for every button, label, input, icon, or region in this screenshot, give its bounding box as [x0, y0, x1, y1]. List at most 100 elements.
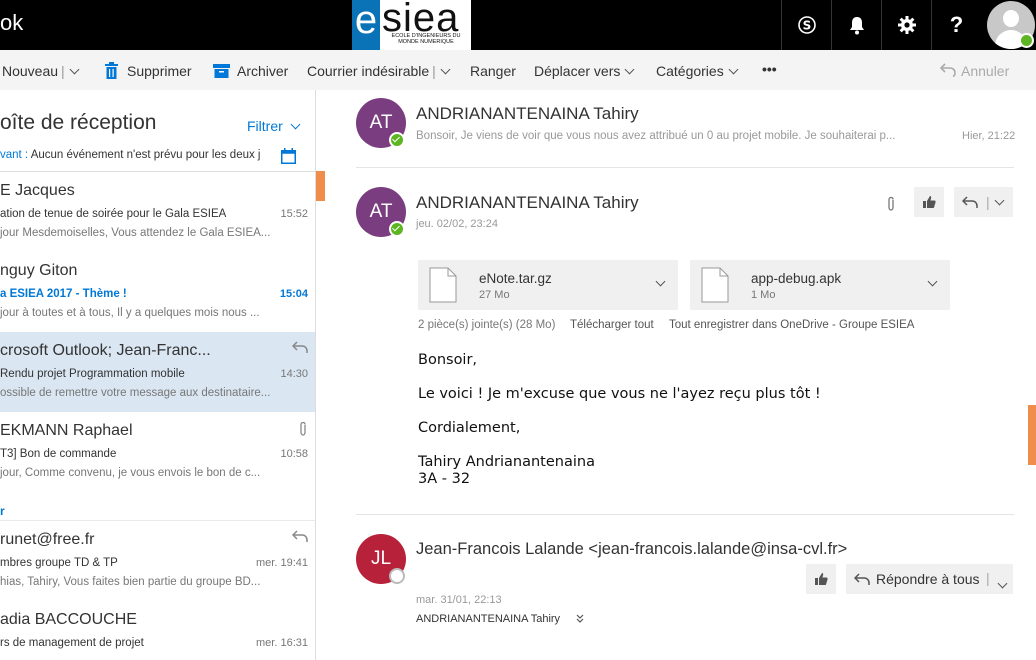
more-actions-button[interactable]: •••: [762, 61, 777, 77]
body-greeting: Bonsoir,: [418, 352, 478, 368]
move-label: Déplacer vers: [534, 63, 621, 79]
message-list-pane: oîte de réception Filtrer vant : Aucun é…: [0, 90, 316, 660]
agenda-text: Aucun événement n'est prévu pour les deu…: [30, 149, 261, 161]
chevron-down-icon[interactable]: [997, 578, 1008, 589]
chevron-down-icon: [290, 119, 301, 130]
chevron-down-icon[interactable]: [927, 276, 938, 287]
junk-label: Courrier indésirable: [307, 63, 430, 79]
new-label: Nouveau: [2, 63, 59, 79]
chevron-down-icon[interactable]: [69, 64, 80, 75]
attachment-summary: 2 pièce(s) jointe(s) (28 Mo): [418, 319, 556, 331]
message-sender: crosoft Outlook; Jean-Franc...: [0, 342, 211, 359]
message-preview: jour Mesdemoiselles, Vous attendez le Ga…: [0, 227, 271, 239]
avatar-head: [1003, 10, 1019, 27]
help-icon: ?: [949, 12, 964, 37]
list-item[interactable]: nguy Giton a ESIEA 2017 - Thème ! jour à…: [0, 252, 315, 332]
list-item[interactable]: E Jacques ation de tenue de soirée pour …: [0, 172, 315, 252]
skype-button[interactable]: S: [781, 0, 831, 50]
message-time: 14:30: [280, 368, 308, 380]
thread-preview[interactable]: Bonsoir, Je viens de voir que vous nous …: [416, 130, 895, 142]
message-time: mer. 16:31: [256, 637, 308, 649]
list-item-selected[interactable]: crosoft Outlook; Jean-Franc... Rendu pro…: [0, 332, 315, 412]
separator: |: [986, 570, 990, 586]
reading-scrollbar-thumb[interactable]: [1028, 405, 1036, 465]
separator: |: [61, 63, 65, 79]
new-button[interactable]: Nouveau |: [2, 63, 80, 79]
presence-offline-icon: [389, 568, 405, 584]
trash-icon[interactable]: [104, 62, 119, 79]
junk-button[interactable]: Courrier indésirable |: [307, 63, 451, 79]
signature-name: Tahiry Andrianantenaina: [418, 454, 595, 470]
message-time: 15:52: [280, 208, 308, 220]
reply-all-button[interactable]: Répondre à tous |: [846, 564, 1013, 594]
download-all-link[interactable]: Télécharger tout: [570, 319, 654, 331]
undo-button[interactable]: Annuler: [961, 63, 1009, 79]
thread-sender[interactable]: ANDRIANANTENAINA Tahiry: [416, 193, 639, 213]
bell-icon: [849, 17, 864, 35]
archive-button[interactable]: Archiver: [237, 63, 288, 79]
paperclip-icon: [888, 196, 894, 211]
message-time: 15:04: [279, 288, 308, 300]
presence-online-icon: [389, 221, 405, 237]
move-to-button[interactable]: Déplacer vers: [534, 63, 635, 79]
like-button[interactable]: [914, 187, 944, 217]
recipient-name[interactable]: ANDRIANANTENAINA Tahiry: [416, 613, 560, 625]
save-onedrive-link[interactable]: Tout enregistrer dans OneDrive - Groupe …: [669, 319, 914, 331]
help-button[interactable]: ?: [931, 0, 981, 50]
attachment-card[interactable]: app-debug.apk 1 Mo: [690, 260, 950, 310]
list-item[interactable]: EKMANN Raphael T3] Bon de commande jour,…: [0, 412, 315, 492]
calendar-icon[interactable]: [281, 148, 296, 164]
divider: [356, 514, 1014, 515]
thread-time: jeu. 02/02, 23:24: [416, 218, 498, 230]
group-header-yesterday: r: [0, 504, 5, 518]
message-sender: nguy Giton: [0, 262, 78, 279]
esiea-logo: e siea ECOLE D'INGENIEURS DU MONDE NUMER…: [352, 0, 471, 50]
reply-menu-button[interactable]: |: [954, 187, 1013, 217]
chevron-down-icon[interactable]: [655, 276, 666, 287]
svg-text:S: S: [802, 19, 811, 33]
message-preview: jour, Comme convenu, je vous envois le b…: [0, 467, 261, 479]
message-subject: mbres groupe TD & TP: [0, 557, 118, 569]
reply-icon: [292, 341, 308, 353]
message-time: mer. 19:41: [256, 557, 308, 569]
list-item[interactable]: runet@free.fr mbres groupe TD & TP hias,…: [0, 521, 315, 601]
notifications-button[interactable]: [831, 0, 881, 50]
reply-icon: [292, 530, 308, 542]
thread-sender[interactable]: Jean-Francois Lalande <jean-francois.lal…: [416, 540, 847, 559]
list-item[interactable]: adia BACCOUCHE rs de management de proje…: [0, 601, 315, 660]
file-icon: [701, 267, 729, 303]
body-closing: Cordialement,: [418, 420, 521, 436]
message-sender: EKMANN Raphael: [0, 422, 133, 439]
chevron-down-icon[interactable]: [994, 195, 1005, 205]
settings-button[interactable]: [881, 0, 931, 50]
message-preview: ossible de remettre votre message aux de…: [0, 387, 271, 399]
app-title[interactable]: ok: [0, 10, 23, 36]
message-preview: hias, Tahiry, Vous faites bien partie du…: [0, 576, 261, 588]
message-sender: E Jacques: [0, 182, 75, 199]
reply-all-label: Répondre à tous: [876, 571, 980, 587]
file-icon: [429, 267, 457, 303]
undo-icon: [940, 63, 956, 77]
inbox-title: oîte de réception: [0, 111, 157, 134]
filter-button[interactable]: Filtrer: [247, 118, 301, 134]
message-subject: T3] Bon de commande: [0, 448, 117, 460]
message-time: 10:58: [280, 448, 308, 460]
archive-icon[interactable]: [213, 64, 230, 78]
thread-sender[interactable]: ANDRIANANTENAINA Tahiry: [416, 104, 639, 124]
gear-icon: [897, 16, 916, 34]
double-chevron-down-icon[interactable]: [576, 614, 584, 624]
categories-button[interactable]: Catégories: [656, 63, 739, 79]
chevron-down-icon: [728, 64, 739, 75]
divider: [356, 167, 1014, 168]
attachment-size: 1 Mo: [751, 289, 776, 301]
sweep-button[interactable]: Ranger: [470, 63, 516, 79]
delete-button[interactable]: Supprimer: [127, 63, 192, 79]
command-bar: Nouveau | Supprimer Archiver Courrier ind…: [0, 50, 1036, 90]
list-scrollbar-thumb[interactable]: [316, 171, 325, 201]
attachment-card[interactable]: eNote.tar.gz 27 Mo: [418, 260, 678, 310]
message-subject: a ESIEA 2017 - Thème !: [0, 288, 127, 300]
chevron-down-icon[interactable]: [440, 64, 451, 75]
message-preview: jour à toutes et à tous, Il y a quelques…: [0, 307, 260, 319]
skype-icon: S: [797, 16, 816, 34]
like-button[interactable]: [806, 564, 836, 594]
